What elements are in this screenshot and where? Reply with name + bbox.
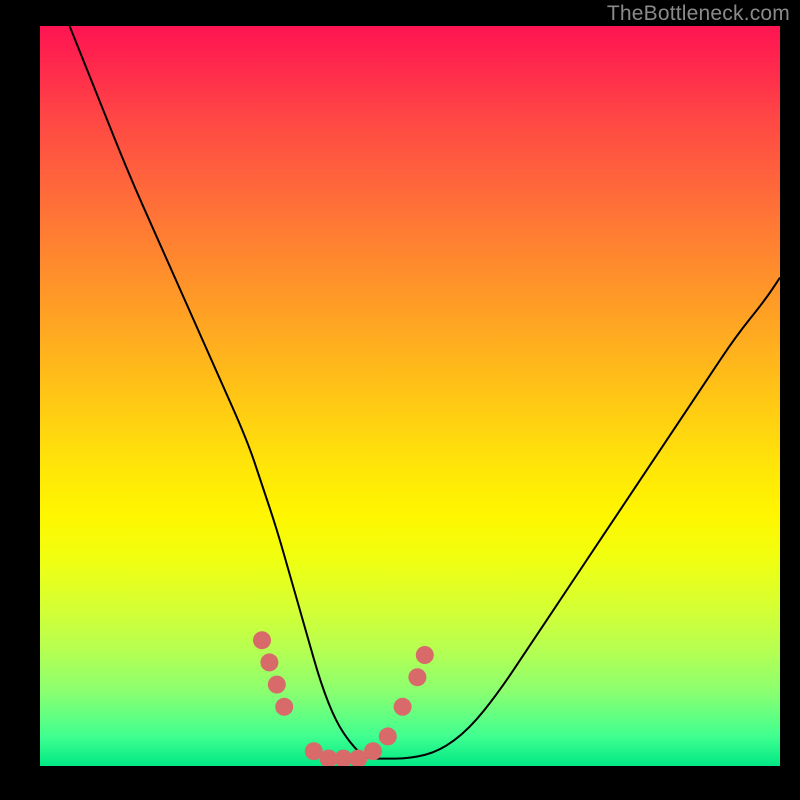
curve-marker	[408, 668, 426, 686]
curve-marker	[260, 653, 278, 671]
curve-marker	[416, 646, 434, 664]
watermark-text: TheBottleneck.com	[607, 2, 790, 26]
curve-marker	[268, 676, 286, 694]
curve-marker	[394, 698, 412, 716]
curve-marker	[275, 698, 293, 716]
bottleneck-curve	[40, 26, 780, 766]
chart-frame: TheBottleneck.com	[0, 0, 800, 800]
plot-area	[40, 26, 780, 766]
curve-markers	[253, 631, 434, 766]
curve-marker	[253, 631, 271, 649]
curve-marker	[364, 742, 382, 760]
curve-marker	[379, 727, 397, 745]
